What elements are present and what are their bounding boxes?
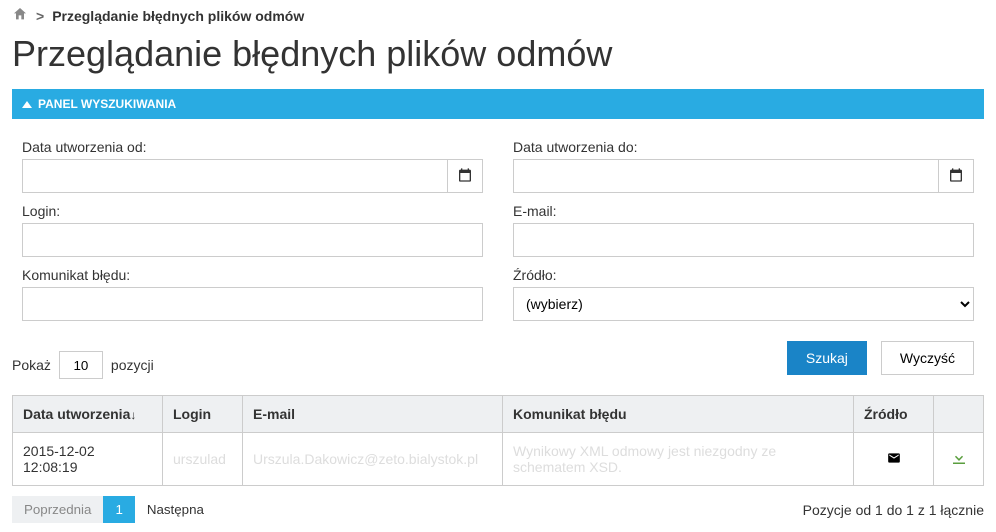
col-header-email[interactable]: E-mail	[243, 396, 503, 433]
date-to-label: Data utworzenia do:	[513, 139, 974, 155]
results-table: Data utworzenia↓ Login E-mail Komunikat …	[12, 395, 984, 486]
sort-desc-icon: ↓	[130, 408, 136, 422]
col-header-error[interactable]: Komunikat błędu	[503, 396, 854, 433]
col-header-login[interactable]: Login	[163, 396, 243, 433]
source-select[interactable]: (wybierz)	[513, 287, 974, 321]
date-from-input[interactable]	[22, 159, 448, 193]
cell-created: 2015-12-02 12:08:19	[13, 433, 163, 486]
calendar-icon	[457, 167, 473, 186]
source-label: Źródło:	[513, 267, 974, 283]
error-message-label: Komunikat błędu:	[22, 267, 483, 283]
page-size-input[interactable]	[59, 351, 103, 379]
login-label: Login:	[22, 203, 483, 219]
error-message-input[interactable]	[22, 287, 483, 321]
login-input[interactable]	[22, 223, 483, 257]
breadcrumb-separator: >	[36, 8, 44, 24]
cell-email: Urszula.Dakowicz@zeto.bialystok.pl	[243, 433, 503, 486]
cell-login: urszulad	[163, 433, 243, 486]
date-to-calendar-button[interactable]	[939, 159, 974, 193]
page-size-show-label: Pokaż	[12, 357, 51, 373]
calendar-icon	[948, 167, 964, 186]
email-input[interactable]	[513, 223, 974, 257]
table-row: 2015-12-02 12:08:19 urszulad Urszula.Dak…	[13, 433, 984, 486]
page-title: Przeglądanie błędnych plików odmów	[12, 33, 984, 75]
col-header-source[interactable]: Źródło	[854, 396, 934, 433]
col-header-action	[934, 396, 984, 433]
collapse-triangle-icon	[22, 101, 32, 108]
col-header-created[interactable]: Data utworzenia↓	[13, 396, 163, 433]
date-from-label: Data utworzenia od:	[22, 139, 483, 155]
pager-next[interactable]: Następna	[135, 496, 216, 523]
table-footer: Poprzednia 1 Następna Pozycje od 1 do 1 …	[12, 496, 984, 523]
breadcrumb: > Przeglądanie błędnych plików odmów	[12, 6, 984, 25]
date-from-calendar-button[interactable]	[448, 159, 483, 193]
mail-icon	[885, 452, 903, 468]
cell-download[interactable]	[934, 433, 984, 486]
page-size-suffix: pozycji	[111, 357, 154, 373]
date-to-input[interactable]	[513, 159, 939, 193]
cell-error: Wynikowy XML odmowy jest niezgodny ze sc…	[503, 433, 854, 486]
home-icon[interactable]	[12, 6, 28, 25]
email-label: E-mail:	[513, 203, 974, 219]
search-button[interactable]: Szukaj	[787, 341, 867, 375]
search-panel-title: PANEL WYSZUKIWANIA	[38, 97, 176, 111]
search-panel-header[interactable]: PANEL WYSZUKIWANIA	[12, 89, 984, 119]
breadcrumb-current: Przeglądanie błędnych plików odmów	[52, 8, 304, 24]
pager-page-1[interactable]: 1	[103, 496, 134, 523]
pager-summary: Pozycje od 1 do 1 z 1 łącznie	[803, 502, 984, 518]
pager-prev[interactable]: Poprzednia	[12, 496, 103, 523]
pager: Poprzednia 1 Następna	[12, 496, 216, 523]
clear-button[interactable]: Wyczyść	[881, 341, 974, 375]
download-icon	[950, 454, 968, 470]
search-panel-body: Data utworzenia od: Data utworzenia do:	[12, 119, 984, 383]
cell-source	[854, 433, 934, 486]
